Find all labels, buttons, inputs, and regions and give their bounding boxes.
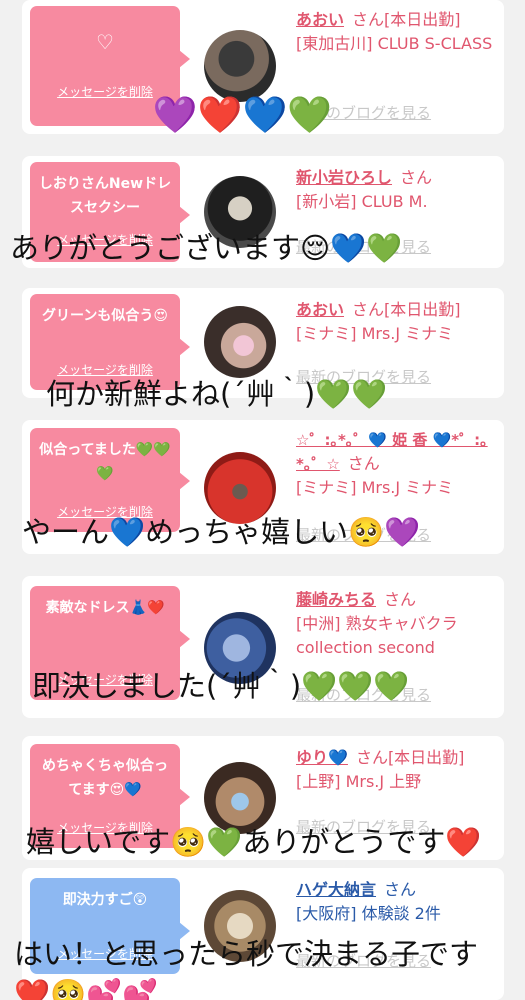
overlay-caption: ありがとうございます😌💙💚 [10, 231, 403, 265]
shop-name[interactable]: [ミナミ] Mrs.J ミナミ [296, 322, 496, 346]
message-text: 素敵なドレス👗❤️ [45, 600, 165, 616]
avatar[interactable] [204, 306, 276, 378]
profile-name[interactable]: ☆゜:｡*｡゜💙 姫 香 💙*゜:｡*｡゜☆ [296, 431, 488, 473]
profile-info: ☆゜:｡*｡゜💙 姫 香 💙*゜:｡*｡゜☆ さん [ミナミ] Mrs.J ミナミ [296, 428, 496, 500]
name-suffix: さん [384, 880, 417, 899]
overlay-caption-text: はい！と思ったら秒で決まる子です❤️🥺💕💕 [14, 937, 479, 1000]
profile-name[interactable]: あおい [296, 300, 344, 319]
message-text: しおりさんNewドレスセクシー [38, 176, 172, 216]
name-suffix: さん[本日出勤] [352, 10, 461, 29]
shop-name[interactable]: [東加古川] CLUB S-CLASS [296, 32, 496, 56]
name-suffix: さん [400, 168, 433, 187]
profile-info: ゆり💙 さん[本日出勤] [上野] Mrs.J 上野 [296, 746, 496, 794]
name-suffix: さん[本日出勤] [355, 748, 465, 767]
overlay-caption: 何か新鮮よね(´艸｀)💚💚 [46, 377, 388, 411]
message-text: めちゃくちゃ似合ってます😍💙 [42, 758, 168, 798]
overlay-caption: 即決しました(´艸｀)💚💚💚 [32, 669, 410, 703]
profile-name[interactable]: あおい [296, 10, 344, 29]
profile-name[interactable]: ゆり💙 [296, 748, 348, 767]
avatar[interactable] [204, 30, 276, 102]
message-feed: ♡ メッセージを削除 あおい さん[本日出勤] [東加古川] CLUB S-CLA… [0, 0, 525, 1000]
profile-info: あおい さん[本日出勤] [東加古川] CLUB S-CLASS [296, 8, 496, 56]
profile-info: あおい さん[本日出勤] [ミナミ] Mrs.J ミナミ [296, 298, 496, 346]
shop-name[interactable]: [大阪府] 体験談 2件 [296, 902, 496, 926]
heart-outline-icon: ♡ [96, 30, 114, 54]
shop-name[interactable]: [新小岩] CLUB M. [296, 190, 496, 214]
profile-info: 藤崎みちる さん [中洲] 熟女キャバクラ collection second [296, 588, 496, 660]
overlay-caption: 💜❤️💙💚 [152, 95, 333, 136]
name-suffix: さん[本日出勤] [352, 300, 461, 319]
message-text: グリーンも似合う😍 [42, 308, 168, 324]
overlay-caption: 嬉しいです🥺💚ありがとうです❤️ [26, 825, 482, 859]
profile-name[interactable]: 新小岩ひろし [296, 168, 392, 187]
shop-name[interactable]: [上野] Mrs.J 上野 [296, 770, 496, 794]
profile-name[interactable]: 藤崎みちる [296, 590, 376, 609]
message-text: 即決力すご😲 [62, 892, 148, 908]
shop-name[interactable]: [中洲] 熟女キャバクラ collection second [296, 612, 496, 660]
profile-name[interactable]: ハゲ大納言 [296, 880, 376, 899]
name-suffix: さん [347, 454, 380, 473]
shop-name[interactable]: [ミナミ] Mrs.J ミナミ [296, 476, 496, 500]
name-suffix: さん [384, 590, 417, 609]
profile-info: 新小岩ひろし さん [新小岩] CLUB M. [296, 166, 496, 214]
overlay-caption: やーん💙めっちゃ嬉しい🥺💜 [22, 515, 421, 549]
message-text: 似合ってました💚💚💚 [39, 442, 171, 482]
profile-info: ハゲ大納言 さん [大阪府] 体験談 2件 [296, 878, 496, 926]
overlay-caption: はい！と思ったら秒で決まる子です❤️🥺💕💕 [0, 934, 525, 1000]
